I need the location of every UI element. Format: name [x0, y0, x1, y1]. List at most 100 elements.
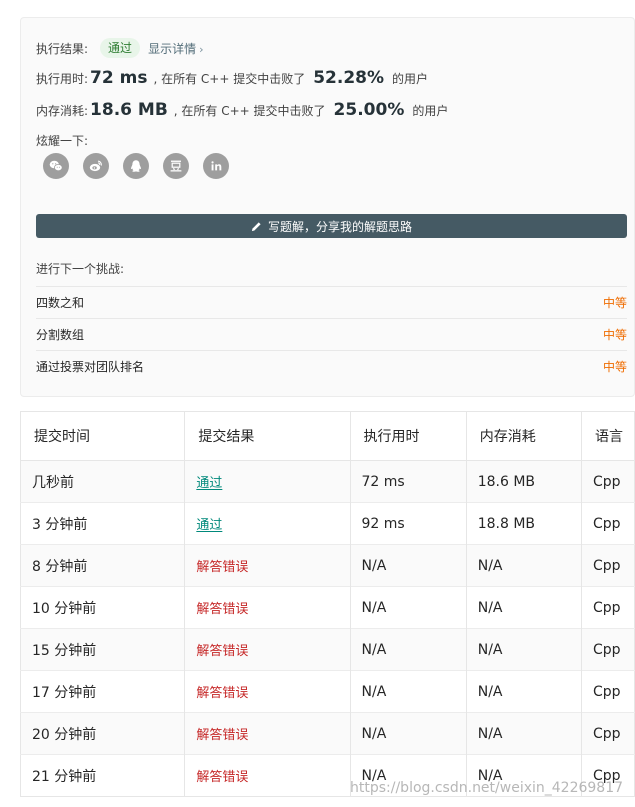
challenge-item[interactable]: 通过投票对团队排名 中等	[36, 350, 627, 382]
language-cell-text: Cpp	[592, 683, 621, 700]
runtime-cell-text: N/A	[361, 641, 387, 658]
language-cell: Cpp	[581, 586, 635, 629]
submit-time-cell-text: 几秒前	[32, 474, 74, 491]
submit-time-cell: 10 分钟前	[20, 586, 186, 629]
runtime-cell: N/A	[350, 670, 467, 713]
write-solution-label: 写题解，分享我的解题思路	[267, 219, 412, 234]
submit-result-cell-text[interactable]: 解答错误	[196, 560, 248, 575]
submit-result-cell[interactable]: 通过	[184, 502, 351, 545]
challenge-item[interactable]: 四数之和 中等	[36, 286, 627, 318]
memory-cell: N/A	[466, 628, 582, 671]
table-row: 几秒前 通过 72 ms 18.6 MB Cpp	[20, 460, 635, 503]
table-header-row: 提交时间 提交结果 执行用时 内存消耗 语言	[20, 411, 635, 461]
submit-result-cell-text[interactable]: 解答错误	[196, 728, 248, 743]
memory-cell: N/A	[466, 586, 582, 629]
submit-time-cell-text: 3 分钟前	[32, 516, 88, 533]
submit-result-cell-text[interactable]: 通过	[196, 518, 222, 533]
pencil-icon	[251, 221, 261, 231]
memory-value: 18.6 MB	[90, 100, 168, 120]
submit-time-cell: 几秒前	[20, 460, 186, 503]
submit-result-cell[interactable]: 解答错误	[184, 586, 351, 629]
runtime-row: 执行用时: 72 ms , 在所有 C++ 提交中击败了 52.28% 的用户	[36, 68, 428, 88]
submit-result-cell-text[interactable]: 解答错误	[196, 686, 248, 701]
memory-cell-text: N/A	[477, 683, 503, 700]
submit-result-cell-text[interactable]: 解答错误	[196, 770, 248, 785]
submit-result-cell[interactable]: 通过	[184, 460, 351, 503]
submit-result-cell-text[interactable]: 通过	[196, 476, 222, 491]
submit-result-cell[interactable]: 解答错误	[184, 670, 351, 713]
share-label: 炫耀一下:	[36, 134, 89, 148]
table-row: 3 分钟前 通过 92 ms 18.8 MB Cpp	[20, 502, 635, 545]
memory-cell: 18.8 MB	[466, 502, 582, 545]
submit-result-cell[interactable]: 解答错误	[184, 544, 351, 587]
memory-cell: N/A	[466, 670, 582, 713]
submit-result-cell[interactable]: 解答错误	[184, 712, 351, 755]
header-submit-time: 提交时间	[20, 411, 186, 461]
difficulty-badge: 中等	[602, 360, 627, 374]
table-row: 17 分钟前 解答错误 N/A N/A Cpp	[20, 670, 635, 713]
submit-result-cell[interactable]: 解答错误	[184, 754, 351, 797]
chevron-right-icon: ›	[199, 42, 204, 56]
runtime-text: , 在所有 C++ 提交中击败了	[153, 71, 306, 86]
next-challenge-title: 进行下一个挑战:	[36, 262, 125, 276]
memory-text: , 在所有 C++ 提交中击败了	[173, 103, 326, 118]
header-submit-result: 提交结果	[184, 411, 351, 461]
challenge-item[interactable]: 分割数组 中等	[36, 318, 627, 350]
challenge-name[interactable]: 通过投票对团队排名	[36, 358, 144, 375]
submit-time-cell: 17 分钟前	[20, 670, 186, 713]
runtime-cell: N/A	[350, 628, 467, 671]
memory-cell: N/A	[466, 544, 582, 587]
table-row: 15 分钟前 解答错误 N/A N/A Cpp	[20, 628, 635, 671]
submit-time-cell: 20 分钟前	[20, 712, 186, 755]
language-cell: Cpp	[581, 460, 635, 503]
submit-time-cell: 21 分钟前	[20, 754, 186, 797]
weibo-icon[interactable]	[83, 153, 109, 179]
submit-result-cell[interactable]: 解答错误	[184, 628, 351, 671]
challenge-name[interactable]: 四数之和	[36, 294, 84, 311]
runtime-cell: N/A	[350, 712, 467, 755]
runtime-cell: N/A	[350, 544, 467, 587]
memory-cell: N/A	[466, 712, 582, 755]
submit-result-cell-text[interactable]: 解答错误	[196, 602, 248, 617]
share-row: 炫耀一下:	[36, 132, 88, 149]
memory-cell-text: N/A	[477, 557, 503, 574]
write-solution-button[interactable]: 写题解，分享我的解题思路	[36, 214, 627, 238]
memory-cell-text: 18.8 MB	[477, 515, 536, 532]
table-row: 8 分钟前 解答错误 N/A N/A Cpp	[20, 544, 635, 587]
memory-users: 的用户	[412, 103, 449, 118]
linkedin-icon[interactable]	[203, 153, 229, 179]
language-cell-text: Cpp	[592, 725, 621, 742]
header-runtime: 执行用时	[350, 411, 467, 461]
submit-time-cell: 15 分钟前	[20, 628, 186, 671]
language-cell-text: Cpp	[592, 515, 621, 532]
memory-row: 内存消耗: 18.6 MB , 在所有 C++ 提交中击败了 25.00% 的用…	[36, 100, 448, 120]
runtime-cell-text: N/A	[361, 557, 387, 574]
submit-time-cell-text: 17 分钟前	[32, 684, 97, 701]
table-row: 10 分钟前 解答错误 N/A N/A Cpp	[20, 586, 635, 629]
language-cell: Cpp	[581, 544, 635, 587]
memory-cell: 18.6 MB	[466, 460, 582, 503]
challenge-name[interactable]: 分割数组	[36, 326, 84, 343]
wechat-icon[interactable]	[43, 153, 69, 179]
submit-result-cell-text[interactable]: 解答错误	[196, 644, 248, 659]
memory-percent: 25.00%	[333, 100, 405, 120]
runtime-value: 72 ms	[90, 68, 148, 88]
douban-icon[interactable]	[163, 153, 189, 179]
header-language: 语言	[581, 411, 635, 461]
qq-icon[interactable]	[123, 153, 149, 179]
status-badge: 通过	[100, 38, 141, 58]
show-details-link[interactable]: 显示详情 ›	[148, 40, 203, 57]
memory-cell-text: N/A	[477, 599, 503, 616]
language-cell: Cpp	[581, 628, 635, 671]
result-label: 执行结果:	[36, 41, 89, 56]
runtime-cell: 92 ms	[350, 502, 467, 545]
result-status-row: 执行结果: 通过 显示详情 ›	[36, 38, 203, 58]
language-cell: Cpp	[581, 670, 635, 713]
challenge-list: 四数之和 中等 分割数组 中等 通过投票对团队排名 中等	[36, 286, 627, 382]
runtime-cell-text: 72 ms	[361, 473, 405, 490]
memory-cell-text: N/A	[477, 725, 503, 742]
language-cell: Cpp	[581, 712, 635, 755]
submit-time-cell-text: 10 分钟前	[32, 600, 97, 617]
language-cell-text: Cpp	[592, 473, 621, 490]
watermark: https://blog.csdn.net/weixin_42269817	[350, 780, 624, 796]
